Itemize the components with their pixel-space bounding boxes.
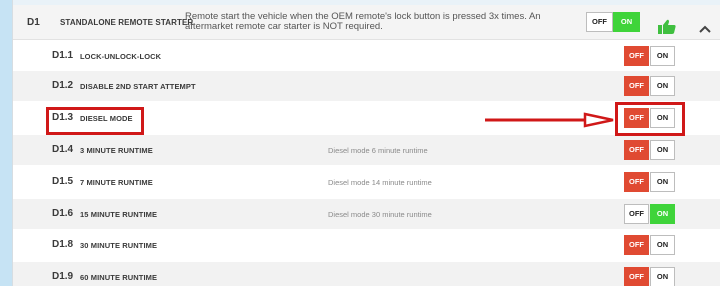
off-button[interactable]: OFF — [624, 46, 649, 66]
remote-starter-panel: D1 STANDALONE REMOTE STARTER Remote star… — [12, 0, 720, 286]
setting-code: D1.8 — [52, 239, 74, 250]
setting-code: D1.2 — [52, 80, 74, 91]
setting-note: Diesel mode 14 minute runtime — [328, 178, 432, 187]
diesel-mode-label-highlight — [46, 107, 144, 135]
chevron-up-icon[interactable] — [699, 20, 711, 38]
setting-note: Diesel mode 30 minute runtime — [328, 210, 432, 219]
section-code: D1 — [27, 17, 40, 28]
off-button[interactable]: OFF — [624, 140, 649, 160]
on-button[interactable]: ON — [650, 46, 675, 66]
section-description: Remote start the vehicle when the OEM re… — [185, 11, 541, 32]
setting-name: 15 MINUTE RUNTIME — [80, 210, 158, 219]
setting-row: D1.4 3 MINUTE RUNTIME Diesel mode 6 minute… — [13, 135, 720, 165]
section-title: STANDALONE REMOTE STARTER — [60, 18, 194, 27]
on-button[interactable]: ON — [650, 204, 675, 224]
setting-code: D1.9 — [52, 271, 74, 282]
setting-name: 60 MINUTE RUNTIME — [80, 273, 158, 282]
on-button[interactable]: ON — [650, 76, 675, 96]
setting-code: D1.5 — [52, 176, 74, 187]
header-on-button[interactable]: ON — [613, 12, 640, 32]
thumbs-up-icon — [657, 19, 677, 40]
diesel-mode-toggle-highlight — [615, 102, 685, 136]
off-button[interactable]: OFF — [624, 172, 649, 192]
setting-name: LOCK-UNLOCK-LOCK — [80, 52, 162, 61]
off-button[interactable]: OFF — [624, 235, 649, 255]
setting-row: D1.1 LOCK-UNLOCK-LOCK OFF ON — [13, 41, 720, 71]
section-header[interactable]: D1 STANDALONE REMOTE STARTER Remote star… — [13, 5, 720, 40]
setting-code: D1.6 — [52, 208, 74, 219]
setting-name: 30 MINUTE RUNTIME — [80, 241, 158, 250]
setting-code: D1.4 — [52, 144, 74, 155]
setting-name: 3 MINUTE RUNTIME — [80, 146, 153, 155]
off-button[interactable]: OFF — [624, 267, 649, 286]
setting-row: D1.6 15 MINUTE RUNTIME Diesel mode 30 minu… — [13, 199, 720, 229]
off-button[interactable]: OFF — [624, 76, 649, 96]
arrow-pointer-icon — [485, 112, 614, 128]
off-button[interactable]: OFF — [624, 204, 649, 224]
setting-row: D1.2 DISABLE 2ND START ATTEMPT OFF ON — [13, 71, 720, 101]
header-off-button[interactable]: OFF — [586, 12, 613, 32]
setting-note: Diesel mode 6 minute runtime — [328, 146, 428, 155]
on-button[interactable]: ON — [650, 235, 675, 255]
on-button[interactable]: ON — [650, 140, 675, 160]
setting-name: DISABLE 2ND START ATTEMPT — [80, 82, 196, 91]
setting-row: D1.5 7 MINUTE RUNTIME Diesel mode 14 minut… — [13, 167, 720, 197]
setting-row: D1.9 60 MINUTE RUNTIME OFF ON — [13, 262, 720, 286]
setting-code: D1.1 — [52, 50, 74, 61]
setting-name: 7 MINUTE RUNTIME — [80, 178, 153, 187]
on-button[interactable]: ON — [650, 267, 675, 286]
on-button[interactable]: ON — [650, 172, 675, 192]
setting-row: D1.8 30 MINUTE RUNTIME OFF ON — [13, 230, 720, 260]
